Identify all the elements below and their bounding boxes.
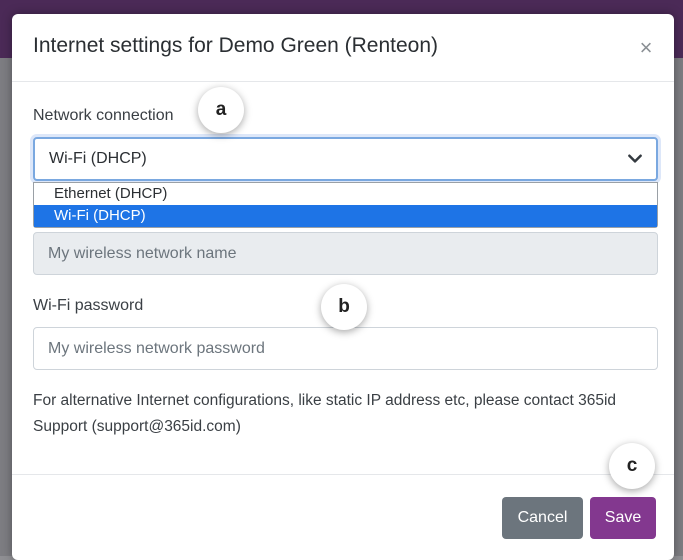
save-button[interactable]: Save: [590, 497, 656, 539]
option-ethernet-dhcp[interactable]: Ethernet (DHCP): [34, 183, 657, 205]
callout-c: c: [609, 443, 655, 489]
wifi-password-label: Wi-Fi password: [33, 297, 144, 314]
callout-a: a: [198, 87, 244, 133]
help-text: For alternative Internet configurations,…: [33, 392, 617, 435]
callout-b: b: [321, 284, 367, 330]
option-wifi-dhcp[interactable]: Wi-Fi (DHCP): [34, 205, 657, 227]
network-connection-dropdown: Ethernet (DHCP) Wi-Fi (DHCP): [33, 182, 658, 228]
close-button[interactable]: ×: [632, 34, 660, 62]
chevron-down-icon: [628, 154, 642, 163]
modal-footer: Cancel Save: [12, 474, 674, 560]
network-connection-select[interactable]: Wi-Fi (DHCP): [33, 137, 658, 181]
modal-title: Internet settings for Demo Green (Renteo…: [33, 34, 439, 57]
cancel-button[interactable]: Cancel: [502, 497, 583, 539]
network-connection-selected-value: Wi-Fi (DHCP): [49, 150, 147, 167]
modal-header: Internet settings for Demo Green (Renteo…: [12, 14, 674, 82]
wifi-network-name-field[interactable]: My wireless network name: [33, 232, 658, 275]
wifi-password-field[interactable]: My wireless network password: [33, 327, 658, 370]
close-icon: ×: [639, 35, 653, 60]
network-connection-label: Network connection: [33, 107, 174, 124]
